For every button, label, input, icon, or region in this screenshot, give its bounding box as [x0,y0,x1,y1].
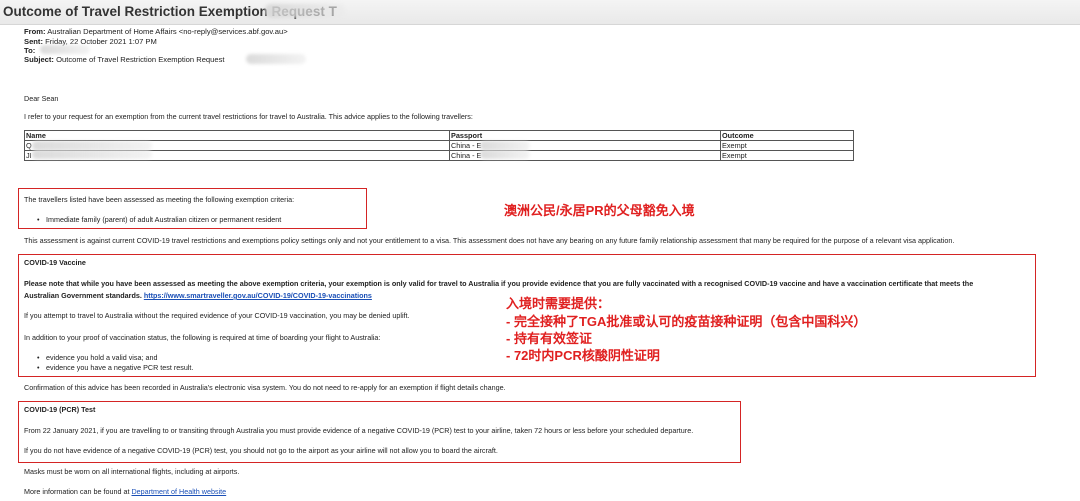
confirmation-text: Confirmation of this advice has been rec… [24,383,506,392]
vaccine-heading: COVID-19 Vaccine [24,258,86,267]
column-header-name: Name [24,130,450,141]
vaccine-line-2-row: Australian Government standards. https:/… [24,291,372,300]
from-label: From: [24,27,46,36]
more-info-row: More information can be found at Departm… [24,487,226,496]
to-row: To: [24,46,35,55]
intro-text: I refer to your request for an exemption… [24,112,473,121]
masks-text: Masks must be worn on all international … [24,467,240,476]
smartraveller-link[interactable]: https://www.smartraveller.gov.au/COVID-1… [144,291,372,300]
annotation-entry-item: - 持有有效签证 [506,331,592,346]
from-row: From: Australian Department of Home Affa… [24,27,288,36]
criteria-item: Immediate family (parent) of adult Austr… [37,215,281,224]
table-header-row: Name Passport Outcome [24,130,854,141]
column-header-outcome: Outcome [720,130,854,141]
redacted-name-1 [32,141,152,150]
redacted-passport-1 [480,141,530,150]
annotation-entry-item: - 72时内PCR核酸阴性证明 [506,348,660,363]
boarding-intro: In addition to your proof of vaccination… [24,333,381,342]
to-label: To: [24,46,36,55]
pcr-line-1: From 22 January 2021, if you are travell… [24,426,694,435]
boarding-item: evidence you hold a valid visa; and [37,353,158,362]
from-value: Australian Department of Home Affairs <n… [47,27,288,36]
more-info-text: More information can be found at [24,487,130,496]
vaccine-line-1: Please note that while you have been ass… [24,279,974,288]
redacted-to [40,45,90,54]
redacted-title-part [265,4,345,18]
subject-value: Outcome of Travel Restriction Exemption … [56,55,225,64]
window-titlebar: Outcome of Travel Restriction Exemption … [0,0,1080,25]
pcr-heading: COVID-19 (PCR) Test [24,405,96,414]
subject-row: Subject: Outcome of Travel Restriction E… [24,55,225,64]
criteria-intro: The travellers listed have been assessed… [24,195,295,204]
subject-label: Subject: [24,55,54,64]
annotation-entry-item: - 完全接种了TGA批准或认可的疫苗接种证明（包含中国科兴） [506,314,867,329]
vaccine-line-2: Australian Government standards. [24,291,142,300]
cell-outcome: Exempt [720,140,854,151]
health-website-link[interactable]: Department of Health website [131,487,226,496]
redacted-subject [246,54,306,64]
uplift-note: If you attempt to travel to Australia wi… [24,311,410,320]
cell-outcome: Exempt [720,150,854,161]
greeting: Dear Sean [24,94,59,103]
pcr-line-2: If you do not have evidence of a negativ… [24,446,498,455]
column-header-passport: Passport [449,130,721,141]
boarding-item: evidence you have a negative PCR test re… [37,363,193,372]
assessment-note: This assessment is against current COVID… [24,236,955,245]
annotation-entry-title: 入境时需要提供： [506,296,611,311]
annotation-exemption: 澳洲公民/永居PR的父母豁免入境 [504,203,695,218]
sent-label: Sent: [24,37,43,46]
redacted-name-2 [32,150,152,159]
redacted-passport-2 [480,150,530,159]
